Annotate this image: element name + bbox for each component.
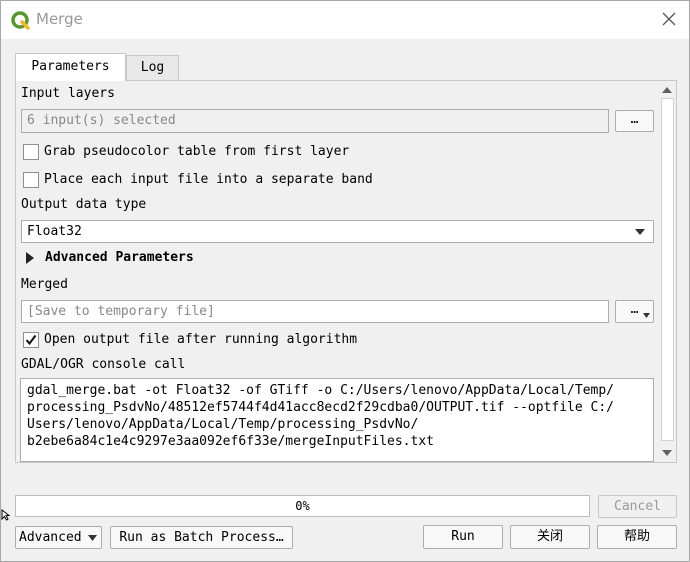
merge-dialog: Merge Parameters Log Input layers 6 inpu… [0,0,690,562]
checkmark-icon [25,334,37,346]
output-type-label: Output data type [21,197,147,212]
merged-browse-button[interactable]: … [615,300,654,323]
separate-band-checkbox[interactable] [23,172,39,188]
qgis-logo-icon [11,11,30,30]
input-layers-browse-button[interactable]: … [615,110,654,132]
window-title: Merge [36,10,83,28]
console-call-text: gdal_merge.bat -ot Float32 -of GTiff -o … [27,383,614,449]
input-layers-field[interactable]: 6 input(s) selected [21,109,609,133]
merged-label: Merged [21,277,68,292]
dropdown-arrow-icon [643,313,650,318]
console-call-textbox[interactable]: gdal_merge.bat -ot Float32 -of GTiff -o … [20,378,654,462]
cancel-button[interactable]: Cancel [598,495,677,518]
output-type-value: Float32 [27,224,82,239]
output-type-select[interactable]: Float32 [21,220,654,243]
chevron-down-icon [635,229,645,235]
tab-parameters[interactable]: Parameters [15,53,126,81]
resize-cursor-icon [1,509,10,521]
open-output-label: Open output file after running algorithm [44,332,358,347]
expand-triangle-icon[interactable] [25,252,35,264]
merged-browse-label: … [630,302,639,317]
run-batch-button[interactable]: Run as Batch Process… [110,526,293,549]
progress-bar: 0% [15,495,590,517]
scroll-down-icon[interactable] [662,450,672,456]
help-button[interactable]: 帮助 [597,525,677,549]
pseudocolor-label: Grab pseudocolor table from first layer [44,144,350,159]
advanced-dropdown-button[interactable]: Advanced [15,526,102,549]
parameters-panel: Input layers 6 input(s) selected … Grab … [15,80,677,463]
merged-output-field[interactable]: [Save to temporary file] [21,300,609,323]
advanced-label: Advanced [19,530,82,545]
close-icon[interactable] [661,11,677,27]
scroll-up-icon[interactable] [662,87,672,93]
console-call-label: GDAL/OGR console call [21,357,186,372]
tab-log[interactable]: Log [126,55,179,80]
input-layers-label: Input layers [21,86,115,101]
chevron-down-icon [88,535,97,541]
open-output-checkbox[interactable] [23,332,39,348]
progress-label: 0% [295,499,310,513]
title-bar: Merge [1,1,689,39]
run-button[interactable]: Run [423,525,503,549]
close-button[interactable]: 关闭 [510,525,590,549]
scrollbar-thumb[interactable] [661,98,674,441]
separate-band-label: Place each input file into a separate ba… [44,172,373,187]
pseudocolor-checkbox[interactable] [23,144,39,160]
panel-scrollbar[interactable] [659,81,676,462]
advanced-parameters-header[interactable]: Advanced Parameters [45,250,194,265]
